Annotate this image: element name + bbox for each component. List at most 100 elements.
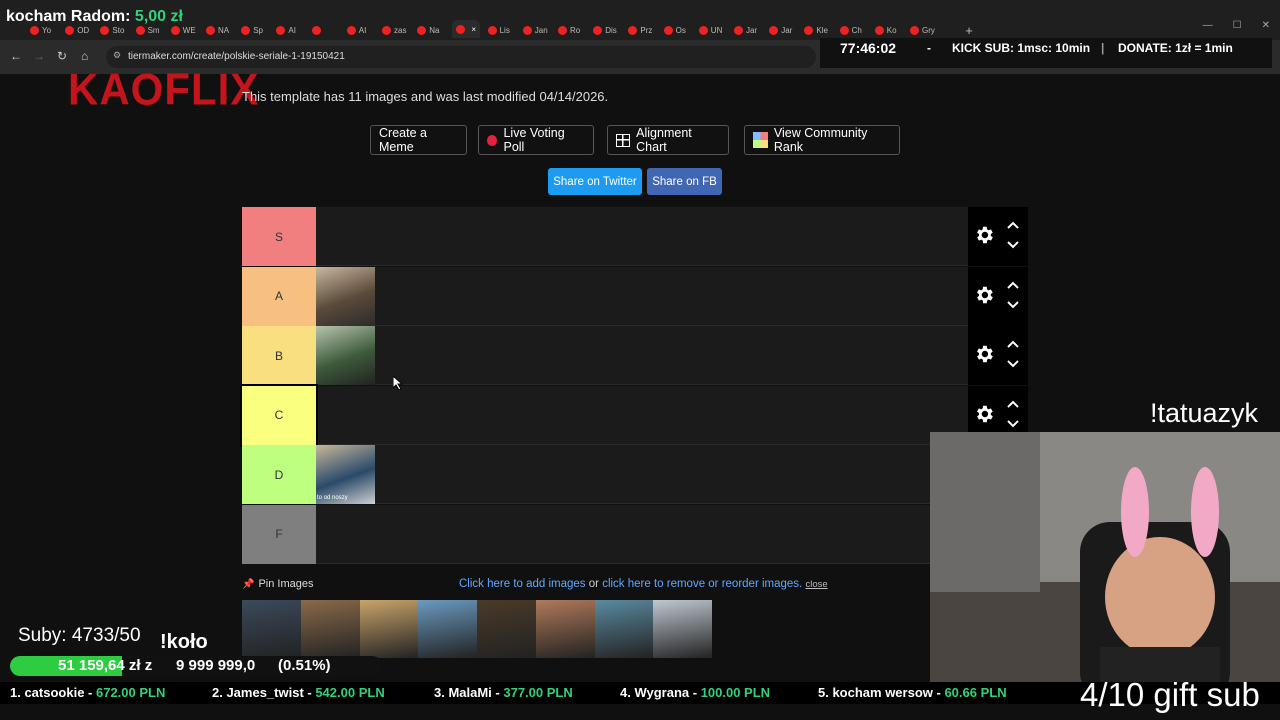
ticker-entry: 4. Wygrana - 100.00 PLN — [620, 685, 770, 700]
chevron-down-icon[interactable] — [1006, 358, 1020, 370]
home-icon[interactable]: ⌂ — [81, 49, 88, 63]
share-fb-button[interactable]: Share on FB — [647, 168, 722, 195]
close-tab-icon[interactable]: × — [471, 25, 476, 34]
browser-tab[interactable]: Prz — [628, 22, 652, 38]
sub-count: Suby: 4733/50 — [18, 625, 141, 646]
pool-image[interactable] — [535, 600, 595, 658]
pool-image[interactable] — [594, 600, 654, 658]
rate-divider: | — [1101, 41, 1105, 55]
browser-tab[interactable]: × — [452, 20, 481, 38]
browser-tab[interactable]: Lis — [487, 22, 510, 38]
reload-icon[interactable]: ↻ — [57, 49, 67, 63]
tab-title: Gry — [922, 25, 935, 35]
tier-item-image[interactable] — [316, 326, 375, 385]
tier-label[interactable]: C — [240, 383, 318, 447]
chevron-down-icon[interactable] — [1006, 299, 1020, 311]
browser-tab[interactable] — [311, 22, 324, 38]
alignment-chart-button[interactable]: Alignment Chart — [607, 125, 729, 155]
chevron-up-icon[interactable] — [1006, 338, 1020, 350]
add-images-link[interactable]: Click here to add images — [459, 578, 586, 590]
template-info-text: This template has 11 images and was last… — [242, 89, 609, 104]
create-meme-button[interactable]: Create a Meme — [370, 125, 467, 155]
pool-image[interactable] — [418, 600, 477, 658]
pin-images-label: Pin Images — [258, 578, 314, 590]
tier-row: F — [242, 504, 1028, 564]
browser-tab[interactable]: Os — [663, 22, 686, 38]
gear-icon[interactable] — [973, 343, 995, 365]
tier-item-image[interactable]: to od noszy — [316, 445, 375, 504]
pin-images-toggle[interactable]: 📌 Pin Images — [242, 578, 313, 590]
browser-tab[interactable]: Jar — [769, 22, 792, 38]
tab-favicon-icon — [769, 25, 779, 35]
tier-label[interactable]: S — [242, 207, 316, 266]
record-dot-icon — [487, 134, 498, 146]
tab-title: Prz — [640, 25, 653, 35]
remove-images-link[interactable]: click here to remove or reorder images. — [602, 578, 802, 590]
tier-label[interactable]: A — [242, 266, 316, 326]
browser-tab[interactable]: Gry — [910, 22, 935, 38]
browser-tab[interactable]: Kle — [804, 22, 828, 38]
tier-label[interactable]: D — [242, 445, 316, 504]
pool-image[interactable] — [242, 600, 301, 658]
tier-label[interactable]: F — [242, 504, 316, 564]
gear-icon[interactable] — [973, 224, 995, 246]
browser-tab[interactable]: Ch — [839, 22, 862, 38]
browser-tab[interactable]: Ko — [874, 22, 897, 38]
chevron-up-icon[interactable] — [1006, 219, 1020, 231]
mouse-cursor-icon — [393, 376, 403, 390]
donor-name: 3. MalaMi - — [434, 685, 504, 700]
chevron-up-icon[interactable] — [1006, 279, 1020, 291]
kolo-command: !koło — [160, 631, 208, 653]
pool-image[interactable] — [300, 600, 360, 658]
browser-tab[interactable]: UN — [698, 22, 722, 38]
community-rank-button[interactable]: View Community Rank — [744, 125, 900, 155]
tab-favicon-icon — [346, 25, 356, 35]
chevron-up-icon[interactable] — [1006, 398, 1020, 410]
browser-tab[interactable]: AI — [346, 22, 366, 38]
pool-image[interactable] — [653, 600, 712, 658]
tab-favicon-icon — [734, 25, 743, 35]
gear-icon[interactable] — [973, 284, 995, 306]
browser-tab[interactable]: Dis — [593, 22, 617, 38]
webcam-scene — [930, 432, 1280, 702]
tab-title: Dis — [605, 25, 617, 35]
share-twitter-button[interactable]: Share on Twitter — [548, 168, 642, 195]
window-controls: — ☐ ✕ — [1203, 20, 1270, 31]
pool-image[interactable] — [477, 600, 536, 658]
tier-label[interactable]: B — [242, 326, 316, 385]
chevron-down-icon[interactable] — [1006, 239, 1020, 251]
browser-tab[interactable]: Sp — [241, 22, 263, 38]
live-voting-poll-button[interactable]: Live Voting Poll — [478, 125, 594, 155]
close-link[interactable]: close — [805, 579, 827, 590]
browser-tab[interactable]: Ro — [558, 22, 580, 38]
browser-tab[interactable]: Jan — [522, 22, 548, 38]
tab-favicon-icon — [874, 25, 884, 35]
tatuazyk-command: !tatuazyk — [1150, 398, 1259, 428]
tab-title: Lis — [499, 25, 510, 35]
subathon-timer: 77:46:02 — [840, 40, 897, 56]
tab-title: zas — [394, 25, 407, 35]
browser-tab[interactable]: AI — [276, 22, 296, 38]
browser-tab[interactable]: Jar — [734, 22, 757, 38]
tier-item-image[interactable] — [316, 266, 375, 326]
minimize-icon[interactable]: — — [1203, 20, 1213, 31]
tab-favicon-icon — [628, 25, 638, 35]
donation-alert: kocham Radom: 5,00 zł — [6, 8, 183, 26]
tier-row: Dto od noszy — [242, 445, 1028, 504]
browser-tab[interactable]: Na — [417, 22, 439, 38]
tier-row: S — [242, 207, 1028, 266]
chevron-down-icon[interactable] — [1006, 418, 1020, 430]
site-info-icon[interactable]: ⚙ — [113, 50, 121, 61]
forward-icon[interactable]: → — [33, 49, 45, 63]
pool-image[interactable] — [359, 600, 419, 658]
maximize-icon[interactable]: ☐ — [1233, 20, 1242, 31]
new-tab-button[interactable]: + — [965, 22, 973, 38]
browser-tab[interactable]: NA — [206, 22, 229, 38]
back-icon[interactable]: ← — [10, 49, 22, 63]
browser-tab[interactable]: zas — [382, 22, 406, 38]
donor-name: 5. kocham wersow - — [818, 685, 945, 700]
gear-icon[interactable] — [973, 403, 995, 425]
goal-target: 9 999 999,0 — [176, 657, 256, 674]
ticker-entry: 3. MalaMi - 377.00 PLN — [434, 685, 573, 700]
close-window-icon[interactable]: ✕ — [1262, 20, 1270, 31]
